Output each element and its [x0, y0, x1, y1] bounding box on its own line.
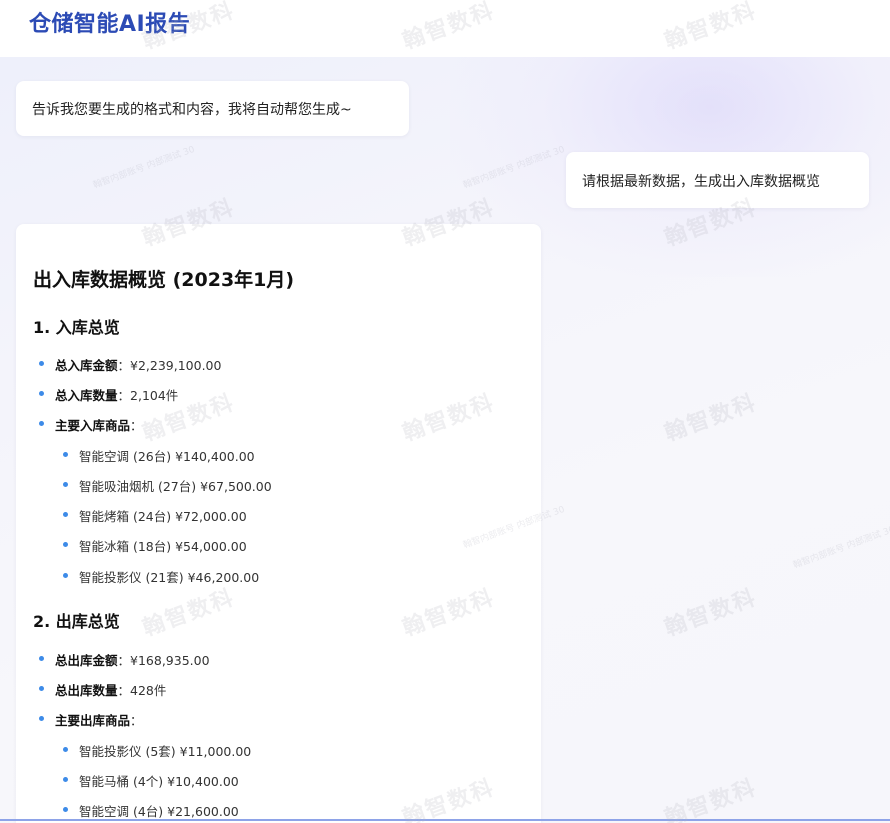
- user-message-bubble: 请根据最新数据，生成出入库数据概览: [566, 152, 869, 208]
- inbound-section-title: 1. 入库总览: [33, 318, 120, 337]
- outbound-total-qty-label: 总出库数量: [55, 683, 118, 698]
- bullet-icon: [39, 656, 44, 661]
- bullet-icon: [63, 573, 68, 578]
- bullet-icon: [63, 452, 68, 457]
- outbound-section-title: 2. 出库总览: [33, 612, 120, 631]
- app-header: 仓储智能AI报告: [0, 0, 890, 57]
- inbound-total-qty-value: ：2,104件: [117, 388, 179, 403]
- bullet-icon: [39, 421, 44, 426]
- outbound-total-amount-value: ：¥168,935.00: [117, 653, 210, 668]
- inbound-goods-text: 智能投影仪 (21套) ¥46,200.00: [79, 570, 260, 585]
- chat-area[interactable]: 告诉我您要生成的格式和内容，我将自动帮您生成~ 请根据最新数据，生成出入库数据概…: [0, 57, 890, 823]
- bullet-icon: [39, 361, 44, 366]
- report-card: 出入库数据概览 (2023年1月) 1. 入库总览 总入库金额：¥2,239,1…: [16, 224, 541, 823]
- outbound-goods-text: 智能投影仪 (5套) ¥11,000.00: [79, 744, 252, 759]
- inbound-total-amount-value: ：¥2,239,100.00: [117, 358, 222, 373]
- inbound-total-amount-label: 总入库金额: [55, 358, 118, 373]
- inbound-main-goods-label: 主要入库商品: [55, 418, 131, 433]
- bullet-icon: [63, 482, 68, 487]
- bullet-icon: [63, 747, 68, 752]
- colon: ：: [130, 713, 143, 728]
- colon: ：: [130, 418, 143, 433]
- inbound-goods-text: 智能吸油烟机 (27台) ¥67,500.00: [79, 479, 272, 494]
- bullet-icon: [39, 391, 44, 396]
- bullet-icon: [63, 512, 68, 517]
- bullet-icon: [63, 542, 68, 547]
- outbound-goods-text: 智能空调 (4台) ¥21,600.00: [79, 804, 239, 819]
- bullet-icon: [63, 777, 68, 782]
- outbound-goods-text: 智能马桶 (4个) ¥10,400.00: [79, 774, 239, 789]
- outbound-total-amount-label: 总出库金额: [55, 653, 118, 668]
- inbound-goods-text: 智能空调 (26台) ¥140,400.00: [79, 449, 255, 464]
- bullet-icon: [39, 716, 44, 721]
- outbound-main-goods-label: 主要出库商品: [55, 713, 131, 728]
- inbound-goods-text: 智能烤箱 (24台) ¥72,000.00: [79, 509, 247, 524]
- bottom-divider: [0, 819, 890, 821]
- bot-greeting-bubble: 告诉我您要生成的格式和内容，我将自动帮您生成~: [16, 81, 409, 136]
- outbound-total-qty-value: ：428件: [117, 683, 167, 698]
- bullet-icon: [39, 686, 44, 691]
- bullet-icon: [63, 807, 68, 812]
- app-title: 仓储智能AI报告: [29, 12, 191, 37]
- report-title: 出入库数据概览 (2023年1月): [33, 269, 295, 291]
- inbound-goods-text: 智能冰箱 (18台) ¥54,000.00: [79, 539, 247, 554]
- inbound-total-qty-label: 总入库数量: [55, 388, 118, 403]
